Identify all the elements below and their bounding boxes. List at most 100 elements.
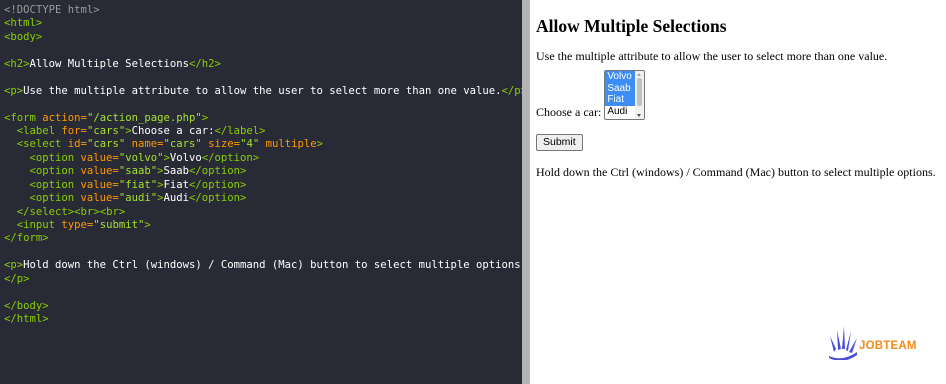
select-option-audi[interactable]: Audi bbox=[605, 106, 635, 118]
car-form: Choose a car: Volvo Saab Fiat Audi bbox=[536, 70, 946, 120]
code-token: <option bbox=[29, 165, 81, 178]
code-line: <p>Use the multiple attribute to allow t… bbox=[4, 85, 522, 98]
jobteam-logo-icon bbox=[829, 326, 857, 361]
select-option-fiat[interactable]: Fiat bbox=[605, 94, 636, 106]
note-paragraph: Hold down the Ctrl (windows) / Command (… bbox=[536, 165, 936, 179]
code-token: Allow Multiple Selections bbox=[29, 57, 189, 70]
select-option-saab[interactable]: Saab bbox=[605, 82, 636, 95]
code-token: Volvo bbox=[169, 151, 202, 164]
code-token: "submit" bbox=[93, 219, 145, 231]
code-token: value= bbox=[80, 178, 119, 191]
code-token: <form bbox=[4, 111, 43, 124]
code-token: "cars" bbox=[86, 138, 126, 151]
scroll-up-arrow-icon[interactable] bbox=[637, 73, 642, 76]
code-line: <html> bbox=[4, 17, 522, 30]
jobteam-logo: JOBTEAM bbox=[826, 322, 926, 362]
intro-paragraph: Use the multiple attribute to allow the … bbox=[536, 49, 888, 63]
code-token: "volvo" bbox=[118, 151, 164, 164]
code-token: </body> bbox=[4, 299, 49, 312]
code-line: <option value="audi">Audi</option> bbox=[4, 192, 522, 205]
code-token: Hold down the Ctrl (windows) / Command (… bbox=[23, 259, 522, 272]
cars-multi-select[interactable]: Volvo Saab Fiat Audi bbox=[604, 70, 646, 120]
code-token: <p> bbox=[4, 84, 24, 97]
code-token: <br> bbox=[74, 205, 100, 218]
code-token: "cars" bbox=[86, 124, 126, 137]
code-token: type= bbox=[61, 219, 94, 231]
code-token: </html> bbox=[4, 313, 49, 326]
code-token: multiple bbox=[259, 138, 317, 151]
code-token: "cars" bbox=[163, 138, 202, 151]
code-token: > bbox=[201, 111, 209, 124]
code-token: </option> bbox=[189, 192, 247, 205]
scroll-down-arrow-icon[interactable] bbox=[637, 114, 642, 117]
code-token: for= bbox=[61, 124, 87, 137]
code-token: <p> bbox=[4, 259, 24, 272]
code-line: </body> bbox=[4, 300, 522, 313]
code-token: Use the multiple attribute to allow the … bbox=[23, 84, 502, 97]
code-token: > bbox=[144, 219, 151, 231]
code-token: </p> bbox=[4, 272, 30, 285]
code-token: size= bbox=[201, 138, 241, 151]
code-token: name= bbox=[125, 138, 164, 151]
code-token: action= bbox=[42, 111, 87, 124]
code-token: id= bbox=[67, 138, 87, 151]
code-line: <label for="cars">Choose a car:</label> bbox=[4, 125, 522, 138]
code-line: <option value="saab">Saab</option> bbox=[4, 165, 522, 178]
code-token: "saab" bbox=[118, 165, 158, 178]
code-editor[interactable]: <!DOCTYPE html> <html> <body> <h2>Allow Mul… bbox=[0, 0, 522, 384]
code-token: "4" bbox=[240, 138, 260, 151]
select-scrollbar[interactable] bbox=[635, 71, 645, 119]
code-token: <option bbox=[29, 151, 81, 164]
code-token: </select> bbox=[16, 205, 75, 218]
scrollbar-thumb[interactable] bbox=[637, 78, 643, 106]
code-line: <input type="submit"> bbox=[4, 219, 522, 232]
code-token: </option> bbox=[189, 178, 247, 191]
code-token: "fiat" bbox=[118, 178, 158, 191]
choose-car-label: Choose a car: bbox=[536, 105, 602, 119]
code-token: </h2> bbox=[188, 57, 221, 70]
code-token: Choose a car: bbox=[131, 124, 215, 137]
code-token: Audi bbox=[163, 192, 190, 205]
code-line: <h2>Allow Multiple Selections</h2> bbox=[4, 58, 522, 71]
code-token: <br> bbox=[99, 205, 126, 218]
code-token: <input bbox=[16, 219, 62, 231]
code-token: </option> bbox=[201, 151, 260, 164]
code-line: <form action="/action_page.php"> bbox=[4, 112, 522, 125]
page-heading: Allow Multiple Selections bbox=[536, 16, 727, 36]
code-line: </html> bbox=[4, 313, 522, 326]
submit-button[interactable]: Submit bbox=[536, 134, 583, 151]
code-token: <html> bbox=[4, 17, 43, 30]
code-token: "/action_page.php" bbox=[86, 111, 202, 124]
pane-divider[interactable] bbox=[522, 0, 530, 384]
code-token: <!DOCTYPE html> bbox=[4, 4, 100, 16]
select-option-volvo[interactable]: Volvo bbox=[605, 71, 636, 83]
code-line: <option value="volvo">Volvo</option> bbox=[4, 152, 522, 165]
code-token: <body> bbox=[4, 30, 43, 43]
code-token: </label> bbox=[214, 124, 266, 137]
code-line: </form> bbox=[4, 232, 522, 245]
code-token: Fiat bbox=[163, 178, 190, 191]
code-token: value= bbox=[80, 165, 119, 178]
code-line: <body> bbox=[4, 31, 522, 44]
code-token: > bbox=[316, 138, 323, 151]
code-token: <h2> bbox=[4, 57, 30, 70]
code-line: <select id="cars" name="cars" size="4" m… bbox=[4, 138, 522, 151]
code-line: <p>Hold down the Ctrl (windows) / Comman… bbox=[4, 259, 522, 272]
code-token: "audi" bbox=[118, 192, 158, 205]
code-line: <!DOCTYPE html> bbox=[4, 4, 522, 17]
code-token: </form> bbox=[4, 232, 49, 245]
code-line: </p> bbox=[4, 273, 522, 286]
code-token: </p> bbox=[501, 84, 523, 97]
